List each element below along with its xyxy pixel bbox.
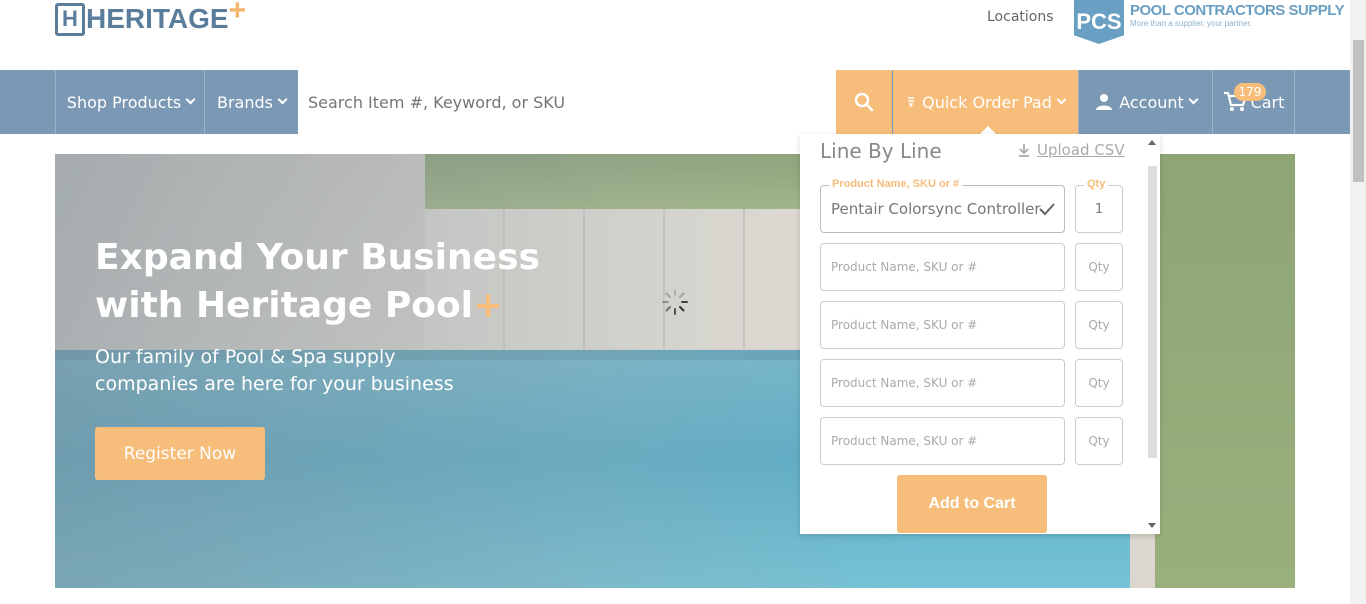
brands-menu[interactable]: Brands <box>204 70 298 134</box>
product-field[interactable]: Product Name, SKU or # Pentair Colorsync… <box>820 178 1065 233</box>
upload-csv-label: Upload CSV <box>1037 141 1125 159</box>
search-button[interactable] <box>836 70 892 134</box>
top-bar: H HERITAGE + Locations PCS POOL CONTRACT… <box>0 0 1350 70</box>
hero-title-line2: with Heritage Pool <box>95 285 474 326</box>
qty-field[interactable]: Qty <box>1075 301 1123 349</box>
add-to-cart-button[interactable]: Add to Cart <box>897 475 1047 533</box>
hero-title-line2-wrap: with Heritage Pool+ <box>95 282 540 330</box>
pcs-badge: PCS <box>1074 0 1124 44</box>
product-value: Pentair Colorsync Controller <box>831 200 1041 218</box>
qty-placeholder: Qty <box>1088 376 1110 390</box>
quick-order-pad-button[interactable]: Quick Order Pad <box>893 70 1078 135</box>
page-scroll-thumb[interactable] <box>1353 40 1364 182</box>
cart-link[interactable]: Cart <box>1212 70 1295 134</box>
pcs-logo[interactable]: PCS POOL CONTRACTORS SUPPLY More than a … <box>1074 0 1345 44</box>
qty-legend: Qty <box>1084 178 1109 190</box>
shop-products-label: Shop Products <box>66 92 182 112</box>
pcs-text: POOL CONTRACTORS SUPPLY More than a supp… <box>1130 0 1345 28</box>
user-icon <box>1096 94 1113 110</box>
hero-subtitle: Our family of Pool & Spa supply companie… <box>95 346 454 395</box>
page: H HERITAGE + Locations PCS POOL CONTRACT… <box>0 0 1366 604</box>
product-field[interactable]: Product Name, SKU or # <box>820 417 1065 465</box>
pcs-title: POOL CONTRACTORS SUPPLY <box>1130 2 1345 19</box>
product-field[interactable]: Product Name, SKU or # <box>820 359 1065 407</box>
scroll-up-arrow-icon[interactable] <box>1148 140 1156 145</box>
cart-count-badge: 179 <box>1234 83 1266 101</box>
product-placeholder: Product Name, SKU or # <box>831 260 978 274</box>
account-menu[interactable]: Account <box>1078 70 1213 134</box>
panel-scroll-thumb[interactable] <box>1148 166 1157 458</box>
qty-placeholder: Qty <box>1088 260 1110 274</box>
quick-order-pad-label: Quick Order Pad <box>922 92 1052 112</box>
product-placeholder: Product Name, SKU or # <box>831 434 978 448</box>
qty-field[interactable]: Qty 1 <box>1075 178 1123 233</box>
spinner-icon <box>662 289 688 315</box>
panel-scrollbar[interactable] <box>1144 134 1160 534</box>
chevron-down-icon <box>1188 94 1199 104</box>
chevron-down-icon <box>277 94 288 104</box>
product-legend: Product Name, SKU or # <box>829 178 963 190</box>
qty-value: 1 <box>1094 201 1104 217</box>
check-icon <box>1039 203 1055 216</box>
product-field[interactable]: Product Name, SKU or # <box>820 243 1065 291</box>
qty-field[interactable]: Qty <box>1075 417 1123 465</box>
qty-placeholder: Qty <box>1088 434 1110 448</box>
shop-products-menu[interactable]: Shop Products <box>55 70 205 134</box>
main-nav: Shop Products Brands Quick Order Pad <box>0 70 1350 135</box>
line-by-line-heading: Line By Line <box>820 139 942 163</box>
register-now-button[interactable]: Register Now <box>95 427 265 480</box>
qty-field[interactable]: Qty <box>1075 359 1123 407</box>
hero-title-line1: Expand Your Business <box>95 237 540 278</box>
chevron-down-icon <box>1056 94 1067 104</box>
pcs-tagline: More than a supplier, your partner. <box>1130 19 1252 28</box>
qty-field[interactable]: Qty <box>1075 243 1123 291</box>
download-icon <box>1019 144 1029 157</box>
page-scrollbar[interactable] <box>1350 0 1366 604</box>
hero-title: Expand Your Business with Heritage Pool+ <box>95 234 540 330</box>
logo-mark: H <box>55 2 85 36</box>
chevron-down-icon <box>185 94 196 104</box>
logo-plus: + <box>228 0 247 27</box>
upload-csv-link[interactable]: Upload CSV <box>1018 141 1125 159</box>
product-field[interactable]: Product Name, SKU or # <box>820 301 1065 349</box>
brands-label: Brands <box>217 92 273 112</box>
scroll-down-arrow-icon[interactable] <box>1148 523 1156 528</box>
locations-link[interactable]: Locations <box>987 9 1054 25</box>
heritage-logo[interactable]: H HERITAGE + <box>55 0 247 36</box>
product-placeholder: Product Name, SKU or # <box>831 376 978 390</box>
search-icon <box>854 92 874 112</box>
search-box <box>298 70 836 134</box>
filter-icon <box>908 97 915 107</box>
qty-placeholder: Qty <box>1088 318 1110 332</box>
hero-title-plus: + <box>473 285 504 326</box>
logo-text: HERITAGE <box>86 3 229 34</box>
product-placeholder: Product Name, SKU or # <box>831 318 978 332</box>
quick-order-panel: Line By Line Upload CSV Product Name, SK… <box>800 134 1160 534</box>
search-input[interactable] <box>308 92 836 112</box>
account-label: Account <box>1119 92 1184 112</box>
